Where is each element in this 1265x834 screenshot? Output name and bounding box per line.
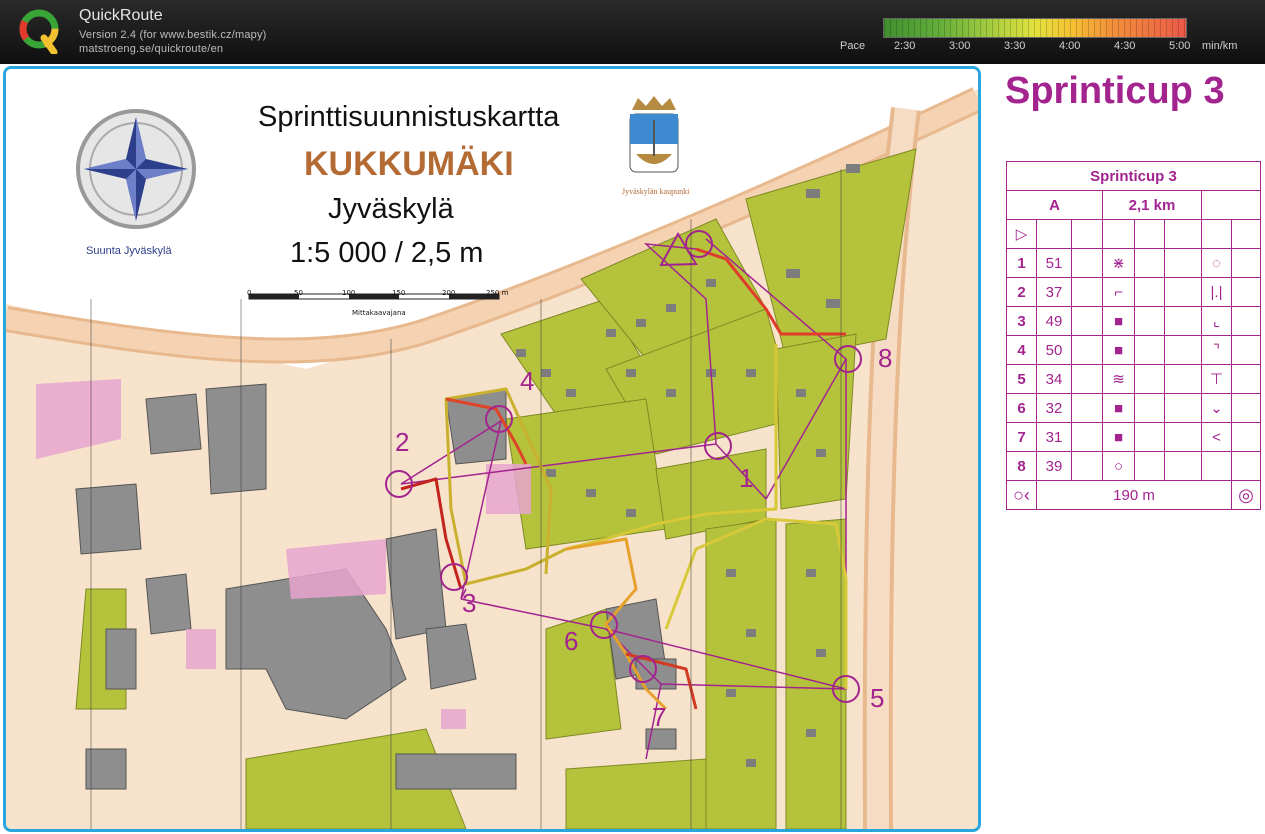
app-header: QuickRoute Version 2.4 (for www.bestik.c…	[0, 0, 1265, 64]
feature-symbol-icon: ○	[1102, 451, 1135, 481]
location-symbol-icon: ⌝	[1201, 335, 1232, 365]
description-row: 8 39 ○	[1006, 451, 1261, 481]
pace-color-scale	[883, 18, 1187, 38]
city-crest-icon	[629, 96, 679, 173]
control-number-7: 7	[652, 702, 667, 732]
compass-caption: Suunta Jyväskylä	[86, 245, 172, 257]
finish-distance: 190 m	[1036, 480, 1232, 510]
descriptions-class: A	[1006, 190, 1103, 220]
control-number-8: 8	[878, 343, 893, 373]
map-title: Sprinttisuunnistuskartta	[258, 101, 560, 133]
descriptions-title: Sprinticup 3	[1006, 161, 1261, 191]
feature-symbol-icon: ■	[1102, 393, 1135, 423]
scalebar-label: Mittakaavajana	[352, 309, 406, 317]
location-symbol-icon: |.|	[1201, 277, 1232, 307]
app-title: QuickRoute	[79, 7, 163, 24]
crest-caption: Jyväskylän kaupunki	[622, 187, 690, 196]
pace-tick: 3:00	[949, 40, 971, 52]
control-number-1: 1	[739, 463, 754, 493]
pace-tick: 2:30	[894, 40, 916, 52]
location-symbol-icon: ◌	[1201, 248, 1232, 278]
description-row: 2 37 ⌐ |.|	[1006, 277, 1261, 307]
location-symbol-icon: ⌄	[1201, 393, 1232, 423]
description-row: 3 49 ■ ⌞	[1006, 306, 1261, 336]
feature-symbol-icon: ≋	[1102, 364, 1135, 394]
location-symbol-icon: ⊤	[1201, 364, 1232, 394]
description-row: 6 32 ■ ⌄	[1006, 393, 1261, 423]
app-version: Version 2.4 (for www.bestik.cz/mapy)	[79, 29, 267, 41]
descriptions-length: 2,1 km	[1102, 190, 1202, 220]
control-descriptions-table: Sprinticup 3 A 2,1 km ▷ 1 51 ⋇ ◌ 2 37 ⌐ …	[1006, 161, 1261, 510]
compass-rose-icon	[76, 109, 196, 229]
location-symbol-icon: <	[1201, 422, 1232, 452]
control-number-4: 4	[520, 366, 535, 396]
scalebar-tick: 250 m	[486, 289, 509, 297]
feature-symbol-icon: ⌐	[1102, 277, 1135, 307]
quickroute-logo-icon	[19, 9, 59, 54]
location-symbol-icon	[1201, 451, 1232, 481]
feature-symbol-icon: ■	[1102, 335, 1135, 365]
scale-bar	[248, 293, 500, 300]
pace-label: Pace	[840, 40, 866, 52]
pace-tick: 5:00	[1169, 40, 1191, 52]
control-number-2: 2	[395, 427, 410, 457]
pace-tick: 4:30	[1114, 40, 1136, 52]
pace-tick: 3:30	[1004, 40, 1026, 52]
control-number-6: 6	[564, 626, 579, 656]
control-number-5: 5	[870, 683, 885, 713]
map-city: Jyväskylä	[328, 193, 454, 225]
side-title: Sprinticup 3	[1005, 70, 1225, 112]
description-row: 1 51 ⋇ ◌	[1006, 248, 1261, 278]
pace-unit: min/km	[1202, 40, 1238, 52]
finish-start-icon: ○‹	[1006, 480, 1037, 510]
scalebar-tick: 200	[442, 289, 456, 297]
finish-circle-icon: ◎	[1231, 480, 1261, 510]
control-number-3: 3	[462, 588, 477, 618]
map-view[interactable]: Sprinttisuunnistuskartta KUKKUMÄKI Jyväs…	[3, 66, 981, 832]
scalebar-tick: 150	[392, 289, 406, 297]
description-row: 7 31 ■ <	[1006, 422, 1261, 452]
start-triangle-icon: ▷	[1006, 219, 1037, 249]
scalebar-tick: 0	[247, 289, 252, 297]
map-scale: 1:5 000 / 2,5 m	[290, 237, 484, 269]
scalebar-tick: 50	[294, 289, 303, 297]
feature-symbol-icon: ■	[1102, 306, 1135, 336]
app-url: matstroeng.se/quickroute/en	[79, 43, 224, 55]
location-symbol-icon: ⌞	[1201, 306, 1232, 336]
feature-symbol-icon: ⋇	[1102, 248, 1135, 278]
description-row: 5 34 ≋ ⊤	[1006, 364, 1261, 394]
map-name: KUKKUMÄKI	[304, 145, 514, 183]
description-row: 4 50 ■ ⌝	[1006, 335, 1261, 365]
pace-tick: 4:00	[1059, 40, 1081, 52]
scalebar-tick: 100	[342, 289, 356, 297]
feature-symbol-icon: ■	[1102, 422, 1135, 452]
